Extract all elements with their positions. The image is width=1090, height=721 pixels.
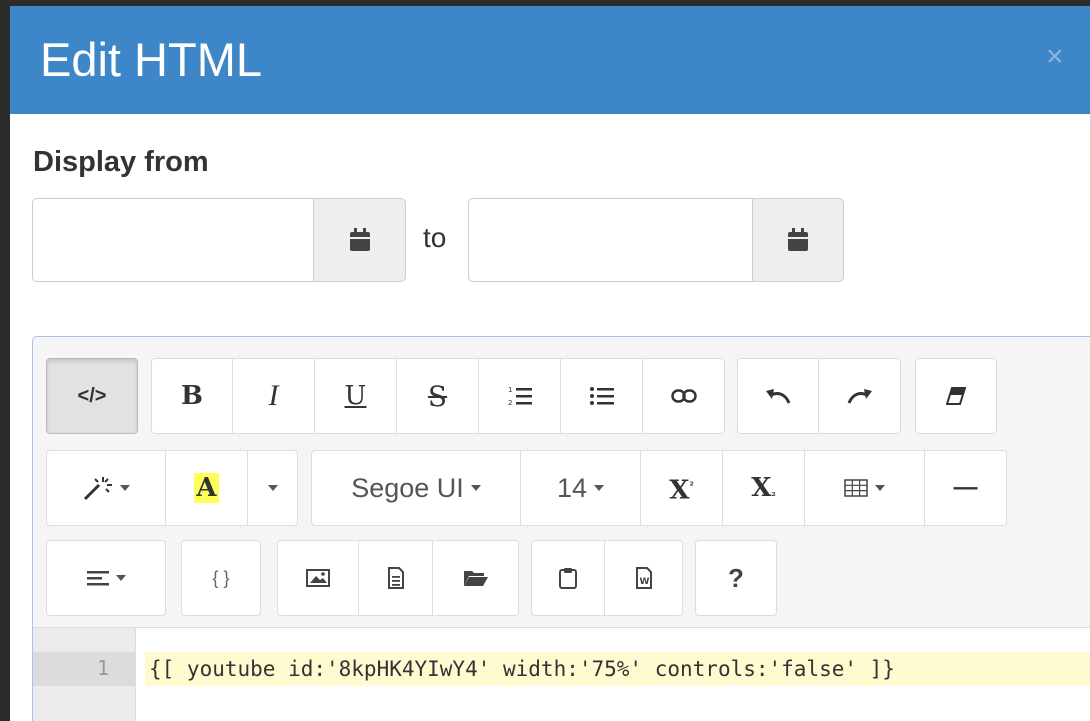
code-editor[interactable]: 1 {[ youtube id:'8kpHK4YIwY4' width:'75%… (33, 627, 1090, 721)
font-size-dropdown[interactable]: 14 (521, 450, 641, 526)
modal-title: Edit HTML (40, 33, 262, 86)
paste-from-word-button[interactable]: W (605, 540, 683, 616)
font-family-dropdown[interactable]: Segoe UI (311, 450, 521, 526)
code-line[interactable]: {[ youtube id:'8kpHK4YIwY4' width:'75%' … (145, 652, 1090, 686)
bold-icon: B (181, 381, 203, 411)
unordered-list-icon (589, 387, 614, 405)
bold-button[interactable]: B (151, 358, 233, 434)
underline-icon: U (344, 381, 367, 411)
paragraph-align-dropdown[interactable] (46, 540, 166, 616)
unordered-list-button[interactable] (561, 358, 643, 434)
insert-image-button[interactable] (277, 540, 359, 616)
ordered-list-button[interactable]: 1 2 (479, 358, 561, 434)
highlight-color-icon: A (194, 473, 219, 503)
chevron-down-icon (115, 575, 126, 581)
template-variable-button[interactable]: { } (181, 540, 261, 616)
ordered-list-icon: 1 2 (508, 386, 532, 407)
svg-text:W: W (639, 577, 649, 587)
chevron-down-icon (470, 485, 481, 491)
redo-button[interactable] (819, 358, 901, 434)
table-icon (844, 479, 868, 497)
magic-wand-icon (83, 477, 112, 501)
display-from-label: Display from (33, 146, 209, 178)
clear-format-button[interactable] (915, 358, 997, 434)
horizontal-rule-icon: — (953, 474, 978, 501)
clipboard-icon (559, 568, 577, 589)
table-dropdown-button[interactable] (805, 450, 925, 526)
from-calendar-button[interactable] (313, 198, 406, 282)
edit-html-modal: Edit HTML × Display from to </> B I U S … (10, 6, 1090, 721)
image-icon (306, 569, 330, 587)
italic-button[interactable]: I (233, 358, 315, 434)
line-gutter: 1 (33, 628, 136, 721)
horizontal-rule-button[interactable]: — (925, 450, 1007, 526)
strikethrough-button[interactable]: S (397, 358, 479, 434)
display-to-date-input[interactable] (468, 198, 753, 282)
help-icon: ? (728, 562, 744, 593)
strikethrough-icon: S (427, 379, 448, 413)
italic-icon: I (268, 379, 279, 412)
folder-open-icon (463, 571, 488, 586)
underline-button[interactable]: U (315, 358, 397, 434)
braces-icon: { } (212, 567, 230, 588)
open-folder-button[interactable] (433, 540, 519, 616)
superscript-button[interactable]: X² (641, 450, 723, 526)
chevron-down-icon (119, 485, 130, 491)
chevron-down-icon (875, 485, 885, 491)
code-view-icon: </> (77, 384, 107, 407)
svg-text:2: 2 (508, 399, 512, 407)
close-button[interactable]: × (1046, 42, 1064, 72)
document-icon (387, 567, 404, 589)
svg-text:1: 1 (508, 386, 512, 394)
eraser-icon (946, 387, 966, 405)
to-calendar-button[interactable] (752, 198, 844, 282)
line-number: 1 (96, 656, 109, 680)
superscript-icon: X² (669, 475, 694, 506)
chevron-down-icon (267, 485, 278, 491)
link-button[interactable] (643, 358, 725, 434)
calendar-icon (349, 228, 370, 251)
to-label: to (423, 222, 447, 253)
align-left-icon (86, 571, 109, 586)
html-editor: </> B I U S 1 2 A Segoe UI 14 X² X₂ — {… (32, 336, 1090, 721)
redo-icon (847, 389, 872, 404)
undo-icon (766, 389, 791, 404)
style-dropdown-button[interactable] (46, 450, 166, 526)
calendar-icon (788, 228, 808, 251)
subscript-button[interactable]: X₂ (723, 450, 805, 526)
insert-document-button[interactable] (359, 540, 433, 616)
link-icon (670, 389, 697, 403)
code-view-button[interactable]: </> (46, 358, 138, 434)
chevron-down-icon (594, 485, 605, 491)
highlight-color-button[interactable]: A (166, 450, 248, 526)
color-dropdown-button[interactable] (248, 450, 298, 526)
font-family-value: Segoe UI (351, 472, 464, 503)
modal-header: Edit HTML × (10, 6, 1090, 114)
word-document-icon: W (635, 567, 652, 589)
undo-button[interactable] (737, 358, 819, 434)
paste-button[interactable] (531, 540, 605, 616)
font-size-value: 14 (556, 472, 588, 503)
help-button[interactable]: ? (695, 540, 777, 616)
subscript-icon: X₂ (751, 473, 776, 503)
display-from-date-input[interactable] (32, 198, 314, 282)
